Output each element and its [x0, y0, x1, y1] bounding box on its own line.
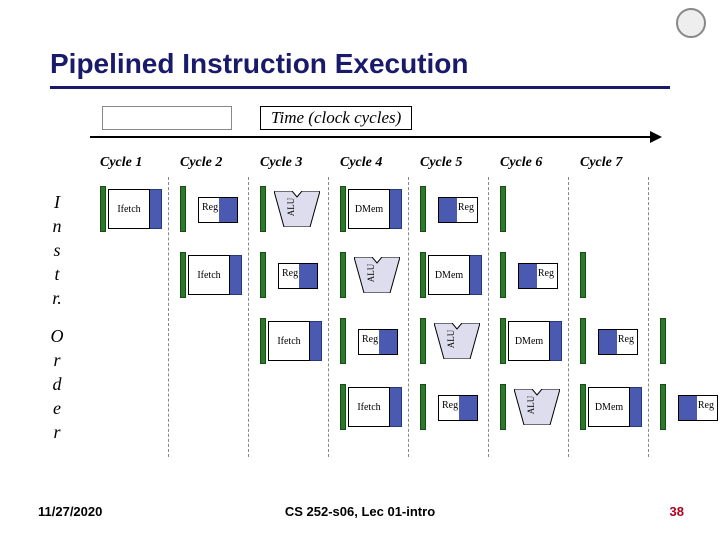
stage-reg-read: Reg: [428, 387, 484, 427]
ifetch-label: Ifetch: [108, 189, 150, 229]
latch-icon: [580, 318, 586, 364]
time-arrow: [90, 136, 660, 138]
ifetch-label: Ifetch: [348, 387, 390, 427]
stage-dmem: DMem: [348, 189, 404, 229]
stage-reg-read: Reg: [348, 321, 404, 361]
title-region: Pipelined Instruction Execution: [50, 48, 670, 89]
latch-icon: [100, 186, 106, 232]
wb-label: Reg: [538, 268, 554, 279]
reg-label: Reg: [362, 334, 378, 345]
wb-label: Reg: [458, 202, 474, 213]
institution-logo: [676, 8, 706, 38]
stage-reg-read: Reg: [188, 189, 244, 229]
time-axis: Time (clock cycles): [90, 108, 660, 138]
stage-reg-write: Reg: [508, 255, 564, 295]
footer: 11/27/2020 CS 252-s06, Lec 01-intro 38: [0, 504, 720, 524]
reg-label: Reg: [202, 202, 218, 213]
latch-icon: [420, 384, 426, 430]
latch-icon: [340, 318, 346, 364]
stage-alu: ALU: [268, 189, 324, 229]
cycle-label: Cycle 6: [500, 155, 542, 171]
dmem-label: DMem: [348, 189, 390, 229]
wb-label: Reg: [698, 400, 714, 411]
footer-page-number: 38: [670, 504, 684, 519]
latch-icon: [580, 252, 586, 298]
latch-icon: [420, 318, 426, 364]
cycle-header-row: Cycle 1 Cycle 2 Cycle 3 Cycle 4 Cycle 5 …: [100, 155, 680, 179]
cycle-label: Cycle 3: [260, 155, 302, 171]
cycle-label: Cycle 5: [420, 155, 462, 171]
stage-dmem: DMem: [428, 255, 484, 295]
stage-ifetch: Ifetch: [108, 189, 164, 229]
stage-reg-write: Reg: [588, 321, 644, 361]
latch-icon: [260, 186, 266, 232]
stage-alu: ALU: [348, 255, 404, 295]
stage-reg-write: Reg: [668, 387, 720, 427]
reg-label: Reg: [442, 400, 458, 411]
stage-reg-write: Reg: [428, 189, 484, 229]
latch-icon: [420, 252, 426, 298]
time-axis-label: Time (clock cycles): [260, 106, 412, 130]
latch-icon: [500, 384, 506, 430]
latch-icon: [340, 252, 346, 298]
latch-icon: [660, 318, 666, 364]
latch-icon: [340, 384, 346, 430]
stage-dmem: DMem: [588, 387, 644, 427]
alu-label: ALU: [286, 189, 296, 225]
alu-label: ALU: [366, 255, 376, 291]
latch-icon: [580, 384, 586, 430]
latch-icon: [500, 252, 506, 298]
footer-course: CS 252-s06, Lec 01-intro: [0, 504, 720, 519]
latch-icon: [340, 186, 346, 232]
stage-alu: ALU: [428, 321, 484, 361]
instr-row: Ifetch Reg ALU DMem Reg: [100, 315, 680, 369]
alu-label: ALU: [446, 321, 456, 357]
latch-icon: [500, 318, 506, 364]
cycle-label: Cycle 2: [180, 155, 222, 171]
stage-alu: ALU: [508, 387, 564, 427]
latch-icon: [500, 186, 506, 232]
stage-dmem: DMem: [508, 321, 564, 361]
instr-row: Ifetch Reg ALU DMem Reg: [100, 249, 680, 303]
instr-row: Ifetch Reg ALU DMem Reg: [100, 183, 680, 237]
latch-icon: [660, 384, 666, 430]
stage-ifetch: Ifetch: [348, 387, 404, 427]
cycle-label: Cycle 7: [580, 155, 622, 171]
stage-ifetch: Ifetch: [188, 255, 244, 295]
dmem-label: DMem: [508, 321, 550, 361]
pipeline-diagram: Cycle 1 Cycle 2 Cycle 3 Cycle 4 Cycle 5 …: [100, 155, 680, 447]
wb-label: Reg: [618, 334, 634, 345]
alu-label: ALU: [526, 387, 536, 423]
instr-order-label: I n s t r. O r d e r: [48, 190, 66, 444]
ifetch-label: Ifetch: [268, 321, 310, 361]
time-axis-origin-box: [102, 106, 232, 130]
stage-ifetch: Ifetch: [268, 321, 324, 361]
latch-icon: [260, 252, 266, 298]
dmem-label: DMem: [588, 387, 630, 427]
dmem-label: DMem: [428, 255, 470, 295]
pipeline-rows: Ifetch Reg ALU DMem Reg: [100, 183, 680, 435]
latch-icon: [260, 318, 266, 364]
latch-icon: [180, 186, 186, 232]
cycle-label: Cycle 1: [100, 155, 142, 171]
instr-row: Ifetch Reg ALU DMem Reg: [100, 381, 680, 435]
stage-reg-read: Reg: [268, 255, 324, 295]
latch-icon: [420, 186, 426, 232]
cycle-label: Cycle 4: [340, 155, 382, 171]
page-title: Pipelined Instruction Execution: [50, 48, 670, 89]
reg-label: Reg: [282, 268, 298, 279]
latch-icon: [180, 252, 186, 298]
ifetch-label: Ifetch: [188, 255, 230, 295]
